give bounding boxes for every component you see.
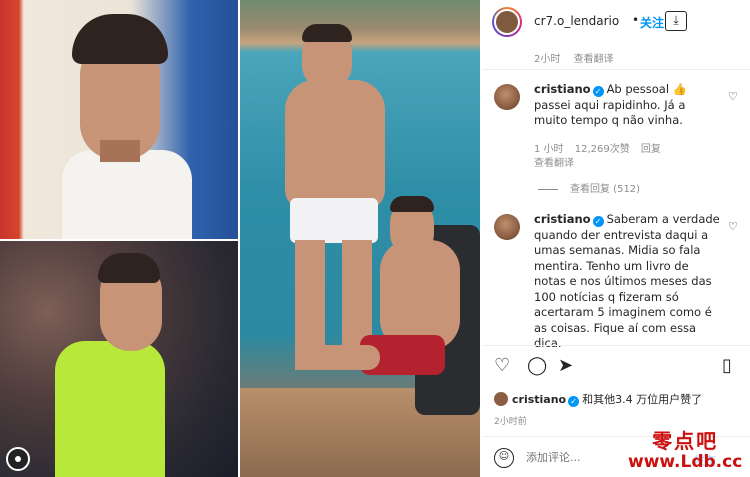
comment-like-heart-icon[interactable]: ♡: [728, 90, 738, 103]
comment-icon[interactable]: ◯: [527, 356, 547, 376]
likes-summary[interactable]: cristiano ✓ 和其他3.4 万位用户赞了: [494, 391, 702, 407]
watermark-line1: 零点吧: [652, 429, 719, 453]
post-actions: ♡ ◯ ➤ ▯: [494, 356, 744, 380]
header-separator: •: [632, 13, 640, 27]
post-timestamp: 2小时前: [494, 417, 527, 427]
author-username[interactable]: cr7.o_lendario: [534, 14, 619, 28]
post-image-left-column: [0, 0, 238, 477]
comment-like-heart-icon[interactable]: ♡: [728, 220, 738, 233]
comment-meta: 1 小时 12,269次赞 回复: [534, 140, 661, 155]
commenter-username[interactable]: cristiano: [534, 82, 591, 96]
view-replies-button[interactable]: 查看回复 (512): [538, 180, 640, 195]
commenter-username[interactable]: cristiano: [534, 212, 591, 226]
heart-icon[interactable]: ♡: [494, 356, 510, 376]
post-image-main[interactable]: [240, 0, 480, 477]
emoji-icon[interactable]: ☺: [494, 448, 514, 468]
liker-username[interactable]: cristiano: [512, 393, 566, 406]
replies-line: [538, 188, 558, 190]
comment-like-count[interactable]: 12,269次赞: [575, 144, 630, 155]
caption-translate-link[interactable]: 查看翻译: [574, 54, 614, 65]
likes-text: 和其他3.4 万位用户赞了: [582, 393, 703, 406]
verified-badge-icon: ✓: [592, 216, 604, 227]
watermark: 零点吧 www.Ldb.cc: [628, 425, 742, 472]
divider: [482, 345, 750, 346]
commenter-avatar[interactable]: [494, 214, 520, 240]
watermark-line2: www.Ldb.cc: [628, 452, 743, 472]
follow-button[interactable]: 关注: [640, 14, 664, 31]
post-side-panel: cr7.o_lendario • 关注 ⤓ 2小时 查看翻译 cristiano…: [482, 0, 750, 477]
comment-body: cristiano ✓ Saberam a verdade quando der e…: [534, 212, 722, 352]
post-header: cr7.o_lendario • 关注 ⤓: [482, 0, 750, 44]
author-avatar[interactable]: [492, 7, 522, 37]
send-icon[interactable]: ➤: [558, 356, 573, 376]
verified-badge-icon: ✓: [568, 396, 580, 407]
caption-meta: 2小时 查看翻译: [534, 50, 614, 65]
liker-avatar: [494, 392, 508, 406]
verified-badge-icon: ✓: [592, 86, 604, 97]
comment-reply-button[interactable]: 回复: [641, 144, 661, 155]
divider: [482, 69, 750, 70]
commenter-avatar[interactable]: [494, 84, 520, 110]
image-tag-icon[interactable]: [6, 447, 30, 471]
download-icon[interactable]: ⤓: [665, 11, 687, 31]
photo-portrait-man-suit: [0, 0, 238, 239]
view-replies-label: 查看回复 (512): [570, 184, 641, 195]
bookmark-icon[interactable]: ▯: [722, 356, 732, 376]
comment-translate-link[interactable]: 查看翻译: [534, 154, 574, 169]
caption-time: 2小时: [534, 54, 561, 65]
photo-player-green-jersey: [0, 241, 238, 477]
comment-text: Saberam a verdade quando der entrevista …: [534, 212, 720, 350]
comment-body: cristiano ✓ Ab pessoal 👍passei aqui rapidi…: [534, 82, 722, 129]
